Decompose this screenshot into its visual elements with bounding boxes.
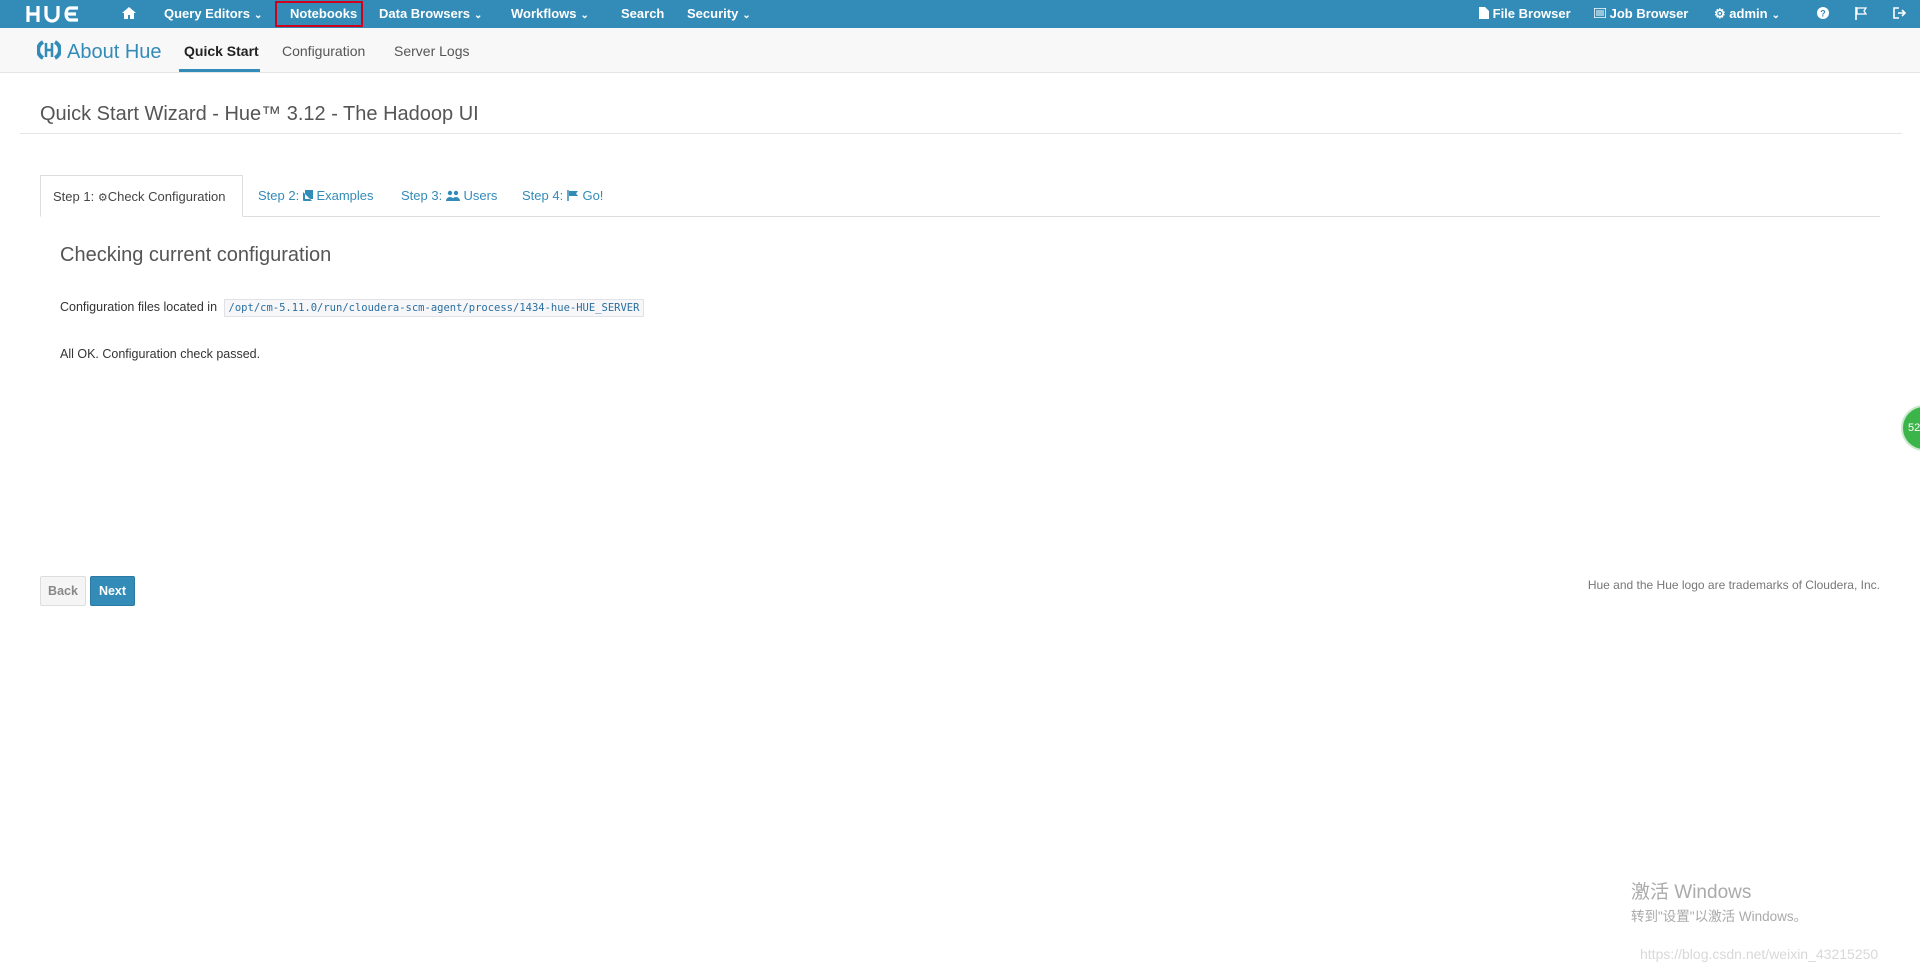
tab-configuration-label: Configuration (282, 43, 366, 59)
config-status-text: All OK. Configuration check passed. (60, 347, 261, 361)
trademark-notice: Hue and the Hue logo are trademarks of C… (1587, 578, 1880, 592)
nav-query-editors[interactable]: Query Editors ⌄ (164, 0, 262, 28)
windows-activation-hint: 转到"设置"以激活 Windows。 (1631, 909, 1808, 924)
about-hue-label: About Hue (67, 41, 162, 63)
nav-security-label: Security (687, 6, 739, 21)
logout-icon[interactable] (1893, 0, 1906, 28)
wizard-tab-step-3[interactable]: Step 3: Users (401, 175, 497, 217)
nav-admin-menu[interactable]: ⚙ admin ⌄ (1714, 0, 1780, 28)
home-icon[interactable] (121, 0, 137, 28)
nav-search[interactable]: Search (621, 0, 664, 28)
wizard-tab-prefix: Step 2: (258, 188, 300, 203)
tab-quick-start-label: Quick Start (184, 43, 259, 59)
nav-admin-label: admin (1729, 6, 1768, 21)
hue-logo[interactable] (26, 4, 88, 24)
chevron-down-icon: ⌄ (742, 10, 751, 21)
about-hue-title[interactable]: About Hue (37, 39, 162, 65)
chevron-down-icon: ⌄ (474, 10, 483, 21)
flag-icon[interactable] (1855, 0, 1867, 28)
wizard-tab-step-1[interactable]: Step 1: ⚙Check Configuration (40, 175, 243, 217)
nav-notebooks[interactable]: Notebooks (290, 0, 357, 28)
cogs-icon: ⚙ (97, 192, 108, 204)
csdn-watermark: https://blog.csdn.net/weixin_43215250 (1640, 946, 1879, 962)
wizard-tab-label: Users (463, 188, 498, 203)
nav-query-editors-label: Query Editors (164, 6, 250, 21)
nav-data-browsers[interactable]: Data Browsers ⌄ (379, 0, 482, 28)
wizard-tab-prefix: Step 4: (522, 188, 564, 203)
chevron-down-icon: ⌄ (1771, 10, 1780, 21)
nav-workflows[interactable]: Workflows ⌄ (511, 0, 589, 28)
nav-file-browser-label: File Browser (1492, 6, 1571, 21)
wizard-tab-label: Go! (582, 188, 604, 203)
windows-activation-title: 激活 Windows (1631, 882, 1752, 903)
file-icon (1479, 7, 1489, 19)
book-icon (302, 190, 313, 201)
page-title: Quick Start Wizard - Hue™ 3.12 - The Had… (40, 103, 479, 125)
nav-job-browser[interactable]: Job Browser (1594, 0, 1688, 28)
cogs-icon: ⚙ (1714, 6, 1726, 21)
title-divider (20, 133, 1902, 134)
back-button[interactable]: Back (40, 576, 86, 606)
top-navbar: Query Editors ⌄ Notebooks Data Browsers ⌄ … (0, 0, 1920, 28)
nav-workflows-label: Workflows (511, 6, 577, 21)
floating-badge[interactable]: 52 (1901, 405, 1920, 451)
config-location-label: Configuration files located in (60, 300, 218, 314)
chevron-down-icon: ⌄ (253, 10, 263, 21)
hue-logo-icon (26, 6, 78, 23)
wizard-tab-step-2[interactable]: Step 2: Examples (258, 175, 374, 217)
floating-badge-count: 52 (1908, 422, 1920, 434)
nav-data-browsers-label: Data Browsers (379, 6, 471, 21)
wizard-tab-label: Examples (316, 188, 374, 203)
help-icon[interactable]: ? (1817, 0, 1829, 28)
config-path: /opt/cm-5.11.0/run/cloudera-scm-agent/pr… (223, 299, 645, 317)
users-icon (445, 190, 460, 201)
next-button[interactable]: Next (90, 576, 135, 606)
wizard-tab-prefix: Step 1: (53, 189, 95, 204)
tab-quick-start[interactable]: Quick Start (184, 41, 259, 61)
chevron-down-icon: ⌄ (580, 10, 589, 21)
tab-server-logs-label: Server Logs (394, 43, 470, 59)
nav-job-browser-label: Job Browser (1609, 6, 1689, 21)
nav-file-browser[interactable]: File Browser (1479, 0, 1571, 28)
hue-mark-icon (37, 40, 61, 60)
svg-text:?: ? (1820, 9, 1826, 19)
wizard-tab-prefix: Step 3: (401, 188, 443, 203)
section-title: Checking current configuration (60, 244, 332, 266)
wizard-tab-step-4[interactable]: Step 4: Go! (522, 175, 603, 217)
active-tab-indicator (179, 69, 260, 72)
list-icon (1594, 8, 1606, 18)
tab-server-logs[interactable]: Server Logs (394, 41, 469, 61)
nav-notebooks-label: Notebooks (290, 6, 358, 21)
nav-search-label: Search (621, 6, 665, 21)
tab-configuration[interactable]: Configuration (282, 41, 365, 61)
wizard-tab-label: Check Configuration (107, 189, 226, 204)
flag-icon (567, 190, 578, 201)
nav-security[interactable]: Security ⌄ (687, 0, 751, 28)
config-location-line: Configuration files located in /opt/cm-5… (60, 297, 645, 318)
